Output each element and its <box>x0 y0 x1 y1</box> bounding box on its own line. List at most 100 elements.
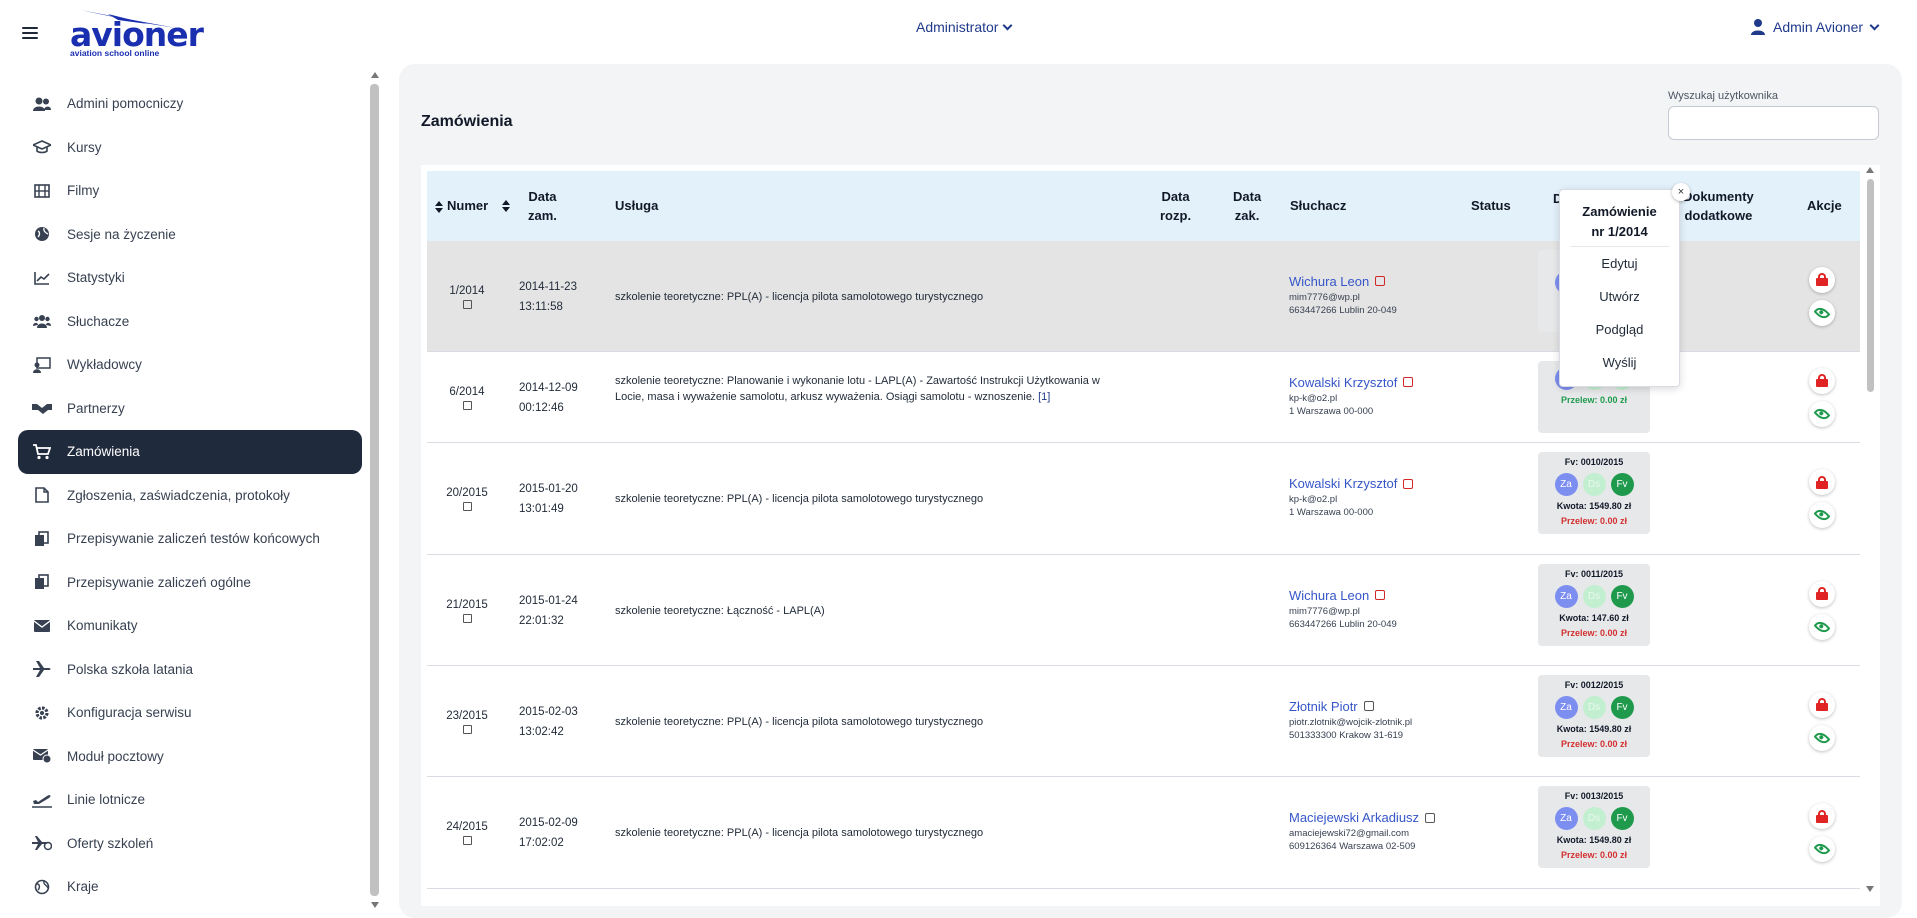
user-label: Admin Avioner <box>1773 19 1864 35</box>
view-button[interactable] <box>1809 400 1835 427</box>
note-icon[interactable] <box>1403 478 1414 489</box>
create-menu-item[interactable]: Utwórz <box>1560 280 1679 313</box>
badge-ds[interactable]: Ds <box>1582 585 1606 608</box>
student-name-link[interactable]: Maciejewski Arkadiusz <box>1289 810 1436 825</box>
table-row[interactable]: 24/2015 2015-02-09 17:02:02 szkolenie teore… <box>427 777 1860 889</box>
sidebar-item-17[interactable]: Oferty szkoleń <box>18 822 362 866</box>
sidebar-item-13[interactable]: Polska szkoła latania <box>18 648 362 692</box>
badge-fv[interactable]: Fv <box>1610 807 1634 830</box>
student-name-link[interactable]: Wichura Leon <box>1289 588 1386 603</box>
scroll-thumb[interactable] <box>370 84 379 896</box>
student-contact: 663447266 Lublin 20-049 <box>1289 618 1397 630</box>
table-scrollbar[interactable] <box>1866 167 1875 892</box>
badge-fv[interactable]: Fv <box>1610 473 1634 496</box>
sidebar-item-6[interactable]: Wykładowcy <box>18 343 362 387</box>
lock-button[interactable] <box>1809 580 1835 607</box>
note-icon[interactable] <box>462 613 472 623</box>
sidebar-item-16[interactable]: Linie lotnicze <box>18 778 362 822</box>
lock-button[interactable] <box>1809 469 1835 495</box>
note-icon[interactable] <box>462 299 472 309</box>
scroll-up-icon[interactable] <box>371 72 379 78</box>
badge-ds[interactable]: Ds <box>1582 696 1606 719</box>
column-end-date: Data zak. <box>1233 189 1262 223</box>
user-dropdown[interactable]: Admin Avioner <box>1751 19 1880 35</box>
note-icon[interactable] <box>1375 590 1386 600</box>
edit-menu-item[interactable]: Edytuj <box>1560 247 1679 280</box>
column-order-date[interactable]: Data zam. <box>502 187 557 225</box>
note-icon[interactable] <box>1403 377 1414 387</box>
badge-ds[interactable]: Ds <box>1582 807 1606 830</box>
note-icon[interactable] <box>1425 812 1436 823</box>
sidebar-item-0[interactable]: Admini pomocniczy <box>18 82 362 126</box>
sidebar-item-1[interactable]: Kursy <box>18 126 362 170</box>
table-row[interactable]: 21/2015 2015-01-24 22:01:32 szkolenie teore… <box>427 555 1860 666</box>
sidebar-item-8[interactable]: Zamówienia <box>18 430 362 474</box>
order-number[interactable]: 20/2015 <box>427 487 507 511</box>
note-icon[interactable] <box>462 836 472 845</box>
sidebar-scrollbar[interactable] <box>370 70 379 910</box>
table-row[interactable]: 20/2015 2015-01-20 13:01:49 szkolenie teore… <box>427 443 1860 555</box>
sidebar-item-3[interactable]: Sesje na życzenie <box>18 213 362 257</box>
badge-ds[interactable]: Ds <box>1582 473 1606 496</box>
table-row[interactable]: 23/2015 2015-02-03 13:02:42 szkolenie teore… <box>427 666 1860 777</box>
note-icon[interactable] <box>1375 276 1386 286</box>
view-button[interactable] <box>1809 502 1835 528</box>
sidebar-item-18[interactable]: Kraje <box>18 865 362 909</box>
sidebar-item-9[interactable]: Zgłoszenia, zaświadczenia, protokoły <box>18 474 362 518</box>
student-info: Wichura Leon mim7776@wp.pl 663447266 Lubli… <box>1289 587 1509 631</box>
sidebar-item-4[interactable]: Statystyki <box>18 256 362 300</box>
student-info: Maciejewski Arkadiusz amaciejewski72@gmai… <box>1289 809 1509 853</box>
lock-button[interactable] <box>1809 691 1835 718</box>
column-number[interactable]: Numer <box>435 196 488 215</box>
service-text: szkolenie teoretyczne: PPL(A) - licencja… <box>615 493 984 505</box>
order-number[interactable]: 24/2015 <box>427 821 507 845</box>
note-icon[interactable] <box>462 724 472 734</box>
sidebar-item-label: Partnerzy <box>67 400 125 416</box>
note-icon[interactable] <box>1363 701 1374 711</box>
scroll-thumb[interactable] <box>1867 179 1874 392</box>
user-search-input[interactable] <box>1668 106 1879 140</box>
badge-za[interactable]: Za <box>1554 807 1578 830</box>
badge-fv[interactable]: Fv <box>1610 696 1634 719</box>
search-label: Wyszukaj użytkownika <box>1668 90 1778 102</box>
menu-icon[interactable] <box>22 27 38 39</box>
lock-button[interactable] <box>1809 367 1835 394</box>
sidebar-item-11[interactable]: Przepisywanie zaliczeń ogólne <box>18 561 362 605</box>
scroll-down-icon[interactable] <box>371 902 379 908</box>
preview-menu-item[interactable]: Podgląd <box>1560 313 1679 346</box>
sidebar-item-10[interactable]: Przepisywanie zaliczeń testów końcowych <box>18 517 362 561</box>
sidebar-item-2[interactable]: Filmy <box>18 169 362 213</box>
student-name-link[interactable]: Wichura Leon <box>1289 274 1386 289</box>
badge-za[interactable]: Za <box>1554 473 1578 496</box>
lock-button[interactable] <box>1809 803 1835 829</box>
view-button[interactable] <box>1809 836 1835 862</box>
sidebar-item-15[interactable]: Moduł pocztowy <box>18 735 362 779</box>
badge-fv[interactable]: Fv <box>1610 585 1634 608</box>
view-button[interactable] <box>1809 299 1835 326</box>
send-menu-item[interactable]: Wyślij <box>1560 346 1679 379</box>
badge-za[interactable]: Za <box>1554 696 1578 719</box>
order-number[interactable]: 1/2014 <box>427 285 507 309</box>
lock-button[interactable] <box>1809 266 1835 293</box>
scroll-up-icon[interactable] <box>1866 167 1874 173</box>
student-name-link[interactable]: Kowalski Krzysztof <box>1289 476 1414 491</box>
view-button[interactable] <box>1809 613 1835 640</box>
scroll-down-icon[interactable] <box>1866 886 1874 892</box>
sidebar-item-14[interactable]: Konfiguracja serwisu <box>18 691 362 735</box>
note-icon[interactable] <box>462 400 472 410</box>
logo[interactable]: avioner aviation school online <box>68 8 204 58</box>
order-number[interactable]: 23/2015 <box>427 710 507 734</box>
note-icon[interactable] <box>462 502 472 511</box>
badge-za[interactable]: Za <box>1554 585 1578 608</box>
service-ref-link[interactable]: [1] <box>1038 391 1050 403</box>
role-dropdown[interactable]: Administrator <box>916 19 1013 35</box>
sidebar-item-12[interactable]: Komunikaty <box>18 604 362 648</box>
sidebar-item-7[interactable]: Partnerzy <box>18 387 362 431</box>
view-button[interactable] <box>1809 724 1835 751</box>
close-icon[interactable]: × <box>1672 183 1690 201</box>
order-number[interactable]: 6/2014 <box>427 386 507 410</box>
sidebar-item-5[interactable]: Słuchacze <box>18 300 362 344</box>
student-name-link[interactable]: Kowalski Krzysztof <box>1289 375 1414 390</box>
order-number[interactable]: 21/2015 <box>427 599 507 623</box>
student-name-link[interactable]: Złotnik Piotr <box>1289 699 1374 714</box>
